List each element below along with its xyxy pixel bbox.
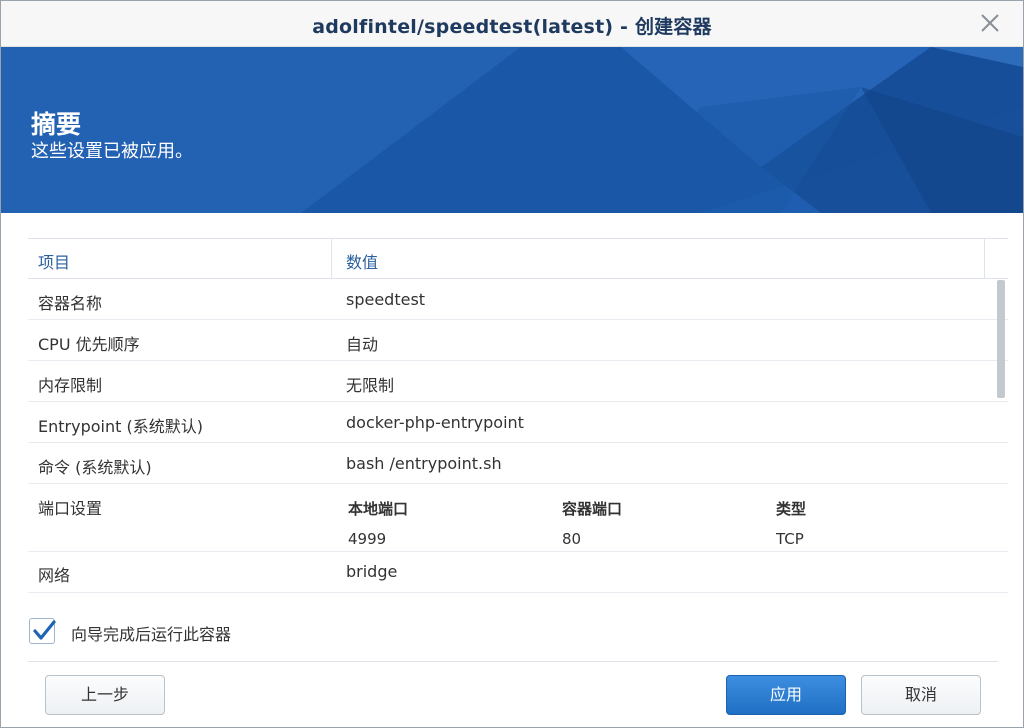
port-header-container: 容器端口 <box>562 500 623 518</box>
row-key: 端口设置 <box>38 499 103 518</box>
port-value-local: 4999 <box>348 530 387 548</box>
table-scrollbar[interactable] <box>997 280 1005 398</box>
row-value: 无限制 <box>346 376 395 395</box>
create-container-dialog: adolfintel/speedtest(latest) - 创建容器 摘要 这… <box>0 0 1024 728</box>
row-key: 网络 <box>38 566 71 585</box>
port-value-type: TCP <box>776 530 804 548</box>
row-value: bash /entrypoint.sh <box>346 454 502 473</box>
row-key: CPU 优先顺序 <box>38 335 140 354</box>
port-value-container: 80 <box>562 530 582 548</box>
row-key: 容器名称 <box>38 294 103 313</box>
checkmark-icon <box>33 620 56 640</box>
table-header: 项目 数值 <box>28 239 1008 279</box>
table-row: Entrypoint (系统默认) docker-php-entrypoint <box>28 402 1008 443</box>
summary-banner: 摘要 这些设置已被应用。 <box>1 47 1023 213</box>
table-row: 容器名称 speedtest <box>28 279 1008 320</box>
column-divider <box>331 239 332 279</box>
table-row: CPU 优先顺序 自动 <box>28 320 1008 361</box>
row-value: docker-php-entrypoint <box>346 413 524 432</box>
column-divider <box>984 239 985 279</box>
footer-divider <box>28 661 998 662</box>
port-header-type: 类型 <box>776 500 807 518</box>
row-key: 内存限制 <box>38 376 103 395</box>
title-bar: adolfintel/speedtest(latest) - 创建容器 <box>1 1 1023 47</box>
table-row-ports: 端口设置 本地端口 容器端口 类型 4999 80 TCP <box>28 484 1008 552</box>
summary-heading: 摘要 <box>31 110 82 139</box>
table-row: 内存限制 无限制 <box>28 361 1008 402</box>
run-container-checkbox[interactable] <box>29 618 56 644</box>
previous-button[interactable]: 上一步 <box>45 675 165 715</box>
table-row: 网络 bridge <box>28 552 1008 593</box>
close-icon[interactable] <box>977 10 1003 36</box>
port-header-local: 本地端口 <box>348 500 409 518</box>
column-header-value[interactable]: 数值 <box>346 249 378 273</box>
row-value: 自动 <box>346 335 379 354</box>
apply-button[interactable]: 应用 <box>726 675 846 715</box>
dialog-title: adolfintel/speedtest(latest) - 创建容器 <box>312 16 712 38</box>
column-header-item[interactable]: 项目 <box>38 249 70 273</box>
cancel-button[interactable]: 取消 <box>861 675 981 715</box>
table-row: 命令 (系统默认) bash /entrypoint.sh <box>28 443 1008 484</box>
row-key: Entrypoint (系统默认) <box>38 417 203 436</box>
run-container-label[interactable]: 向导完成后运行此容器 <box>71 621 231 645</box>
summary-subtitle: 这些设置已被应用。 <box>31 141 193 162</box>
row-key: 命令 (系统默认) <box>38 458 152 477</box>
banner-background <box>1 47 1023 213</box>
row-value: bridge <box>346 562 398 581</box>
summary-table: 项目 数值 容器名称 speedtest CPU 优先顺序 自动 内存限制 无限… <box>28 238 1008 594</box>
row-value: speedtest <box>346 290 426 309</box>
